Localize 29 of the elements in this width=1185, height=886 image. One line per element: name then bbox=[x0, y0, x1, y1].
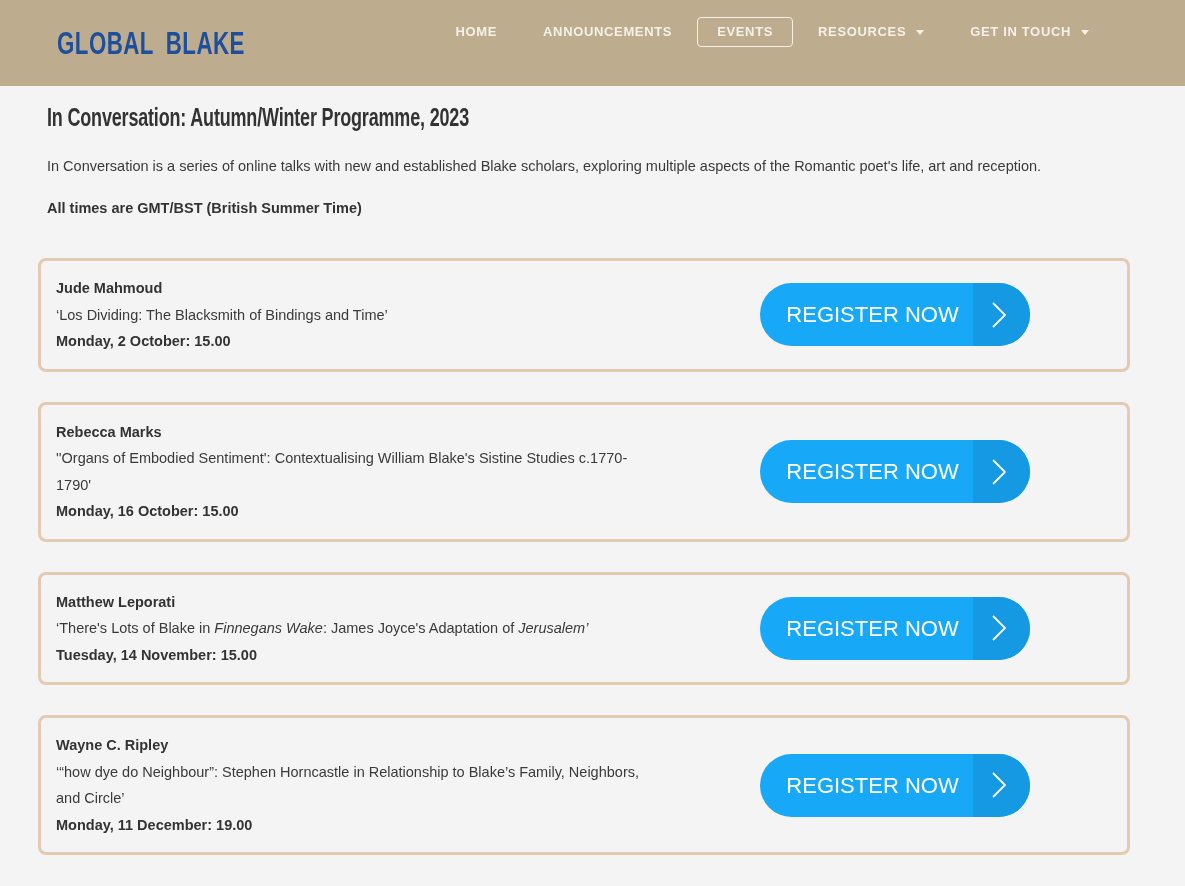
talk-date: Tuesday, 14 November: 15.00 bbox=[56, 645, 258, 665]
timezone-note: All times are GMT/BST (British Summer Time) bbox=[47, 199, 363, 218]
speaker-name: Jude Mahmoud bbox=[56, 279, 164, 298]
talk-title: ‘There's Lots of Blake in Finnegans Wake: James Joyce's Adaptation of Jerusalem’ bbox=[56, 619, 590, 638]
nav-link[interactable]: EVENTS bbox=[697, 17, 794, 47]
page-heading: In Conversation: Autumn/Winter Programme, 2023 bbox=[47, 103, 469, 131]
speaker-name: Matthew Leporati bbox=[56, 592, 177, 612]
talk-title: ''Organs of Embodied Sentiment': Contextualising William Blake's Sistine Studies c.1770-1790' bbox=[56, 449, 629, 495]
talk-date: Monday, 16 October: 15.00 bbox=[56, 502, 240, 521]
nav-link[interactable]: RESOURCES bbox=[797, 17, 946, 47]
register-button[interactable]: REGISTER NOW bbox=[760, 283, 1030, 347]
intro-paragraph: In Conversation is a series of online talks with new and established Blake scholars, exploring multiple aspects of the Romantic poet's life, art and reception. bbox=[47, 157, 1043, 176]
talk-title: ‘Los Dividing: The Blacksmith of Bindings and Time’ bbox=[56, 305, 389, 325]
talk-date: Monday, 2 October: 15.00 bbox=[56, 332, 232, 351]
register-button[interactable]: REGISTER NOW bbox=[760, 440, 1030, 503]
chevron-right-icon bbox=[991, 615, 1006, 642]
nav-link[interactable]: GET IN TOUCH bbox=[949, 17, 1110, 47]
speaker-name: Wayne C. Ripley bbox=[56, 736, 170, 755]
speaker-name: Rebecca Marks bbox=[56, 422, 163, 442]
talk-title: ‘“how dye do Neighbour”: Stephen Horncastle in Relationship to Blake’s Family, Neighbors, and Circle’ bbox=[56, 762, 640, 808]
chevron-right-icon bbox=[991, 772, 1006, 798]
register-button[interactable]: REGISTER NOW bbox=[760, 753, 1030, 817]
nav-link[interactable]: HOME bbox=[434, 17, 519, 47]
site-logo[interactable]: GLOBAL BLAKE bbox=[57, 27, 245, 59]
nav-link[interactable]: ANNOUNCEMENTS bbox=[522, 17, 694, 47]
talk-date: Monday, 11 December: 19.00 bbox=[56, 815, 254, 835]
register-button[interactable]: REGISTER NOW bbox=[760, 596, 1030, 660]
chevron-right-icon bbox=[991, 458, 1006, 485]
chevron-right-icon bbox=[991, 301, 1006, 328]
